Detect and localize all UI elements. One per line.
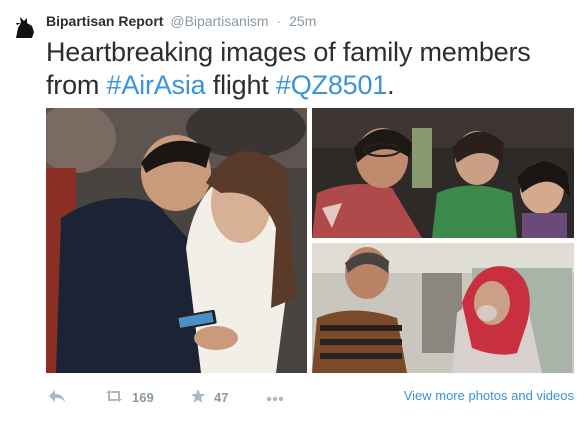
grieving-relatives-photo[interactable] [312,243,574,373]
separator-dot: · [276,13,282,29]
view-more-photos-link[interactable]: View more photos and videos [404,388,574,403]
more-icon [266,390,284,405]
tweet-actions: 169 47 View more photos and videos [46,386,574,408]
hashtag-qz8501[interactable]: #QZ8501 [276,70,387,100]
tweet-text-part: flight [205,70,276,100]
crying-women-photo[interactable] [312,108,574,238]
retweet-count: 169 [132,389,154,405]
retweet-button[interactable]: 169 [104,386,154,408]
retweet-icon [104,389,124,406]
tweet-timestamp[interactable]: 25m [289,13,316,29]
reply-button[interactable] [48,386,66,408]
favorite-button[interactable]: 47 [190,386,228,408]
media-grid [46,108,574,373]
tweet-header: Bipartisan Report @Bipartisanism · 25m [46,12,316,30]
hashtag-airasia[interactable]: #AirAsia [107,70,206,100]
author-handle[interactable]: @Bipartisanism [170,13,268,29]
tweet-text: Heartbreaking images of family members f… [46,36,576,102]
tweet-text-part: . [387,70,395,100]
avatar[interactable] [12,14,38,40]
couple-consoling-photo[interactable] [46,108,307,373]
star-icon [190,388,206,407]
favorite-count: 47 [214,389,229,405]
reply-icon [48,389,66,406]
author-name[interactable]: Bipartisan Report [46,13,163,29]
more-button[interactable] [266,386,284,408]
